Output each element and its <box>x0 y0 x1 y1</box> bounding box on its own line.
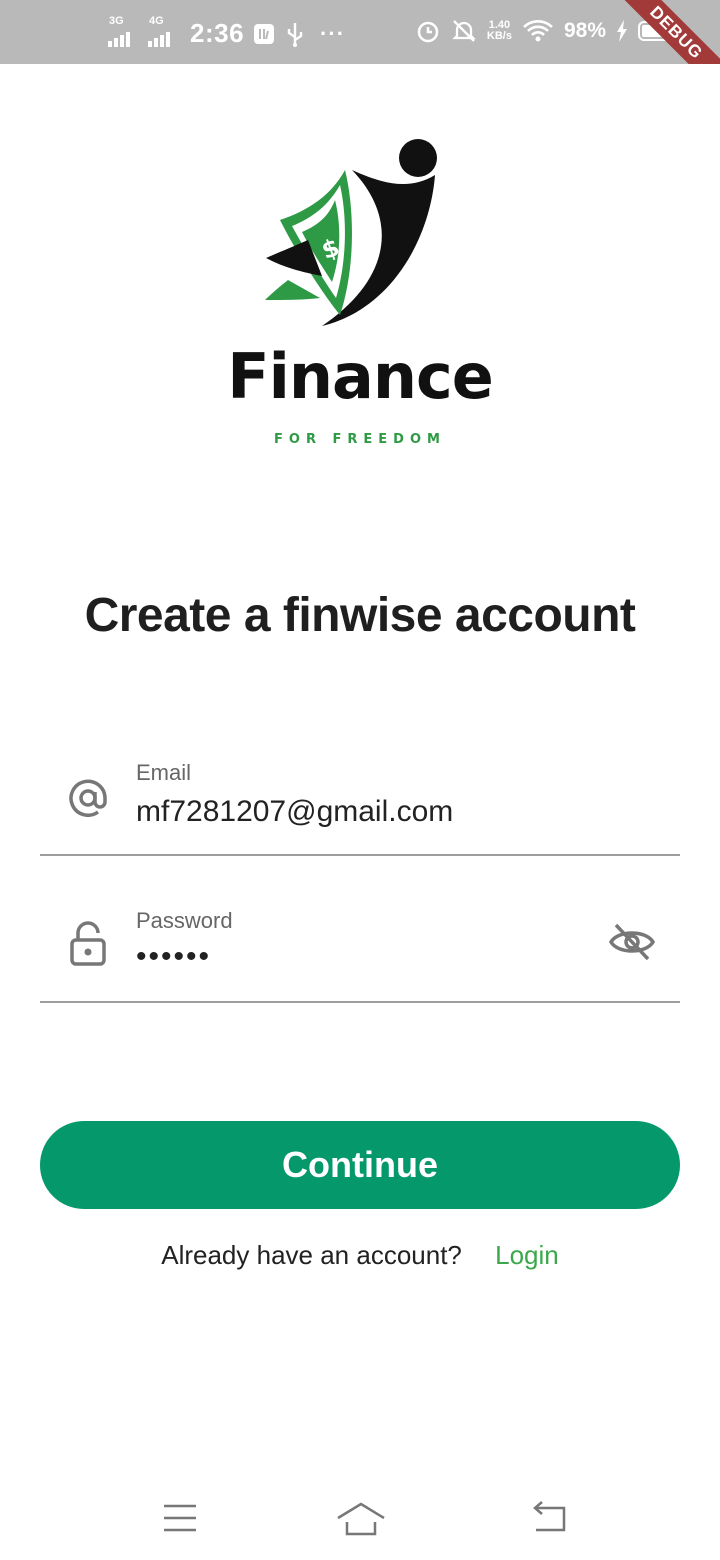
login-link[interactable]: Login <box>495 1240 559 1270</box>
back-icon[interactable] <box>530 1500 570 1541</box>
alarm-icon <box>415 18 441 44</box>
eye-off-icon[interactable] <box>608 922 656 967</box>
continue-button[interactable]: Continue <box>40 1121 680 1209</box>
page-title: Create a finwise account <box>84 589 636 642</box>
wifi-icon <box>522 18 554 44</box>
logo: $ Finance FOR FREEDOM <box>0 130 720 447</box>
password-input[interactable]: •••••• <box>136 940 211 974</box>
password-label: Password <box>136 908 233 933</box>
network-speed: 1.40 KB/s <box>486 19 512 42</box>
password-field[interactable]: Password •••••• <box>40 888 680 1003</box>
signal-icon: 3G <box>108 15 140 49</box>
charging-icon <box>616 20 628 42</box>
home-icon[interactable] <box>336 1500 386 1541</box>
email-label: Email <box>136 760 192 785</box>
email-field[interactable]: Email mf7281207@gmail.com <box>40 740 680 856</box>
clock: 2:36 <box>190 18 245 48</box>
usb-icon <box>284 21 306 47</box>
login-row: Already have an account? Login <box>0 1240 720 1271</box>
battery-percent: 98% <box>563 19 606 42</box>
lock-icon <box>66 920 110 971</box>
status-bar: 3G 4G 2:36 ··· 1.40 KB/s 98% DEBUG <box>0 0 720 64</box>
more-icon: ··· <box>320 20 346 46</box>
menu-icon[interactable] <box>162 1500 198 1541</box>
email-input[interactable]: mf7281207@gmail.com <box>136 795 453 829</box>
brand-tagline: FOR FREEDOM <box>274 432 446 447</box>
signal-icon: 4G <box>148 15 180 49</box>
bell-off-icon <box>451 18 477 44</box>
usb-debug-icon <box>252 22 276 46</box>
navigation-bar <box>0 1490 720 1560</box>
money-person-logo-icon: $ <box>265 139 437 326</box>
login-prompt: Already have an account? <box>161 1240 462 1270</box>
at-icon <box>66 776 110 825</box>
brand-name: Finance <box>227 340 494 413</box>
